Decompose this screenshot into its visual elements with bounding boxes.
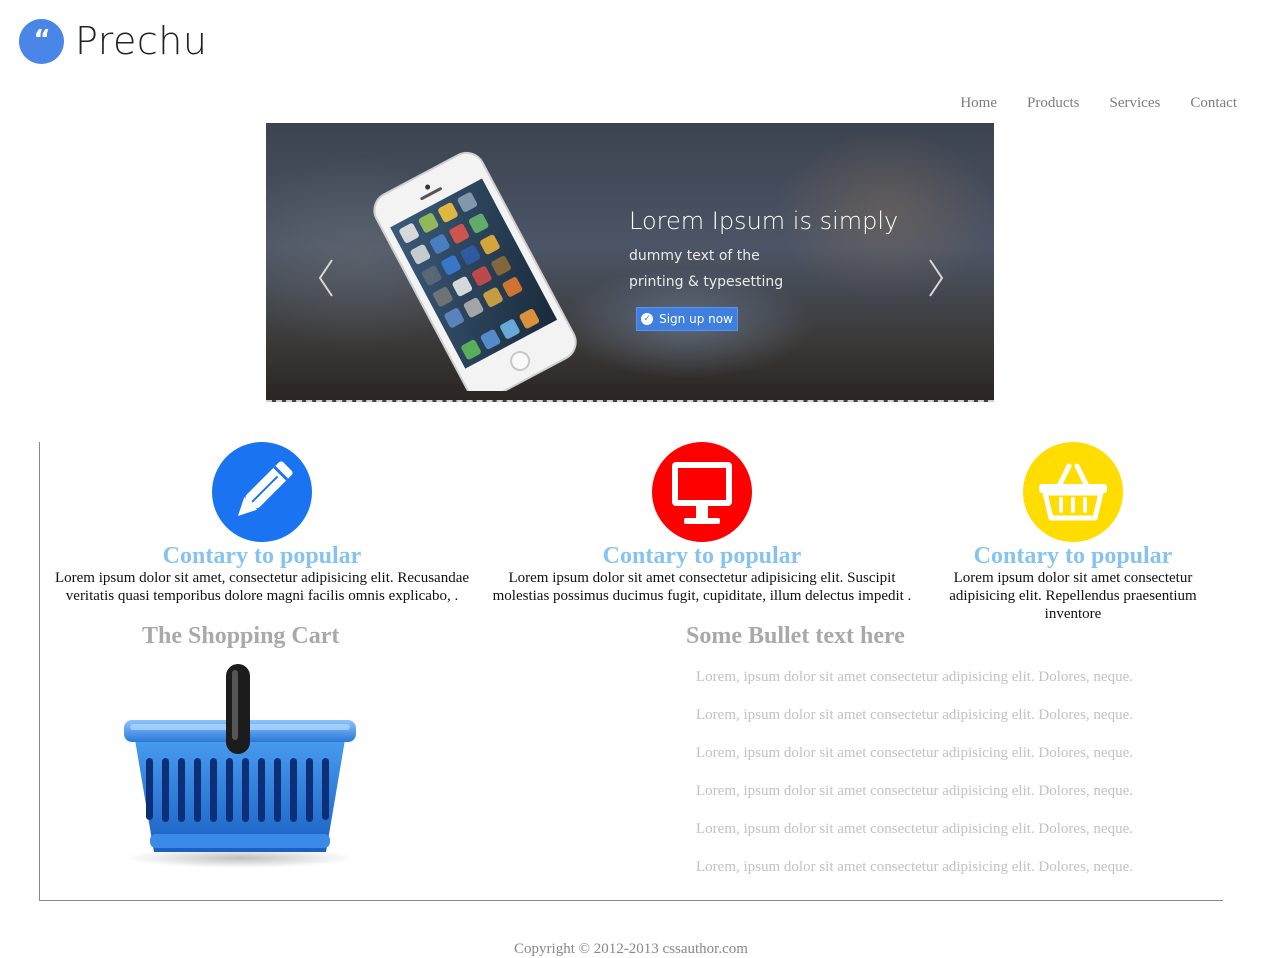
content-section: Contary to popular Lorem ipsum dolor sit… xyxy=(39,442,1223,901)
signup-label: Sign up now xyxy=(659,312,733,326)
cart-heading: The Shopping Cart xyxy=(142,623,340,649)
shopping-basket-icon xyxy=(124,664,356,868)
slide-subtitle: dummy text of the printing & typesetting xyxy=(629,243,898,295)
feature-text: Lorem ipsum dolor sit amet consectetur a… xyxy=(949,570,1197,622)
chevron-left-icon[interactable] xyxy=(316,258,336,298)
feature-title: Contary to popular xyxy=(162,543,362,569)
feature-text: Lorem ipsum dolor sit amet consectetur a… xyxy=(492,570,912,604)
basket-icon xyxy=(1023,442,1123,542)
bullet-list: Lorem, ipsum dolor sit amet consectetur … xyxy=(696,658,1133,886)
slide-subtitle-line2: printing & typesetting xyxy=(629,274,784,290)
site-logo[interactable]: “ Prechu xyxy=(19,19,207,64)
feature-text: Lorem ipsum dolor sit amet, consectetur … xyxy=(54,570,470,604)
list-item: Lorem, ipsum dolor sit amet consectetur … xyxy=(696,669,1133,685)
feature-title: Contary to popular xyxy=(973,543,1173,569)
bullet-heading: Some Bullet text here xyxy=(686,623,905,649)
nav-services[interactable]: Services xyxy=(1110,95,1161,112)
hero-slider: Lorem Ipsum is simply dummy text of the … xyxy=(266,123,994,402)
quote-icon: “ xyxy=(19,19,64,64)
feature-card: Contary to popular Lorem ipsum dolor sit… xyxy=(926,442,1220,623)
list-item: Lorem, ipsum dolor sit amet consectetur … xyxy=(696,707,1133,723)
slide-subtitle-line1: dummy text of the xyxy=(629,248,760,264)
footer-copyright: Copyright © 2012-2013 cssauthor.com xyxy=(514,941,748,957)
main-nav: Home Products Services Contact xyxy=(960,95,1237,112)
slide-title: Lorem Ipsum is simply xyxy=(629,207,899,235)
brand-name: Prechu xyxy=(75,18,208,63)
pencil-icon xyxy=(212,442,312,542)
feature-card: Contary to popular Lorem ipsum dolor sit… xyxy=(48,442,476,605)
chevron-right-icon[interactable] xyxy=(926,258,946,298)
check-icon: ✓ xyxy=(641,313,654,325)
signup-button[interactable]: ✓ Sign up now xyxy=(636,307,738,331)
smartphone-image xyxy=(373,151,577,391)
list-item: Lorem, ipsum dolor sit amet consectetur … xyxy=(696,745,1133,761)
monitor-icon xyxy=(652,442,752,542)
nav-home[interactable]: Home xyxy=(960,95,997,112)
list-item: Lorem, ipsum dolor sit amet consectetur … xyxy=(696,783,1133,799)
nav-products[interactable]: Products xyxy=(1027,95,1080,112)
nav-contact[interactable]: Contact xyxy=(1190,95,1237,112)
slide-caption: Lorem Ipsum is simply dummy text of the … xyxy=(629,207,898,295)
feature-card: Contary to popular Lorem ipsum dolor sit… xyxy=(479,442,925,605)
list-item: Lorem, ipsum dolor sit amet consectetur … xyxy=(696,859,1133,875)
feature-title: Contary to popular xyxy=(602,543,802,569)
list-item: Lorem, ipsum dolor sit amet consectetur … xyxy=(696,821,1133,837)
